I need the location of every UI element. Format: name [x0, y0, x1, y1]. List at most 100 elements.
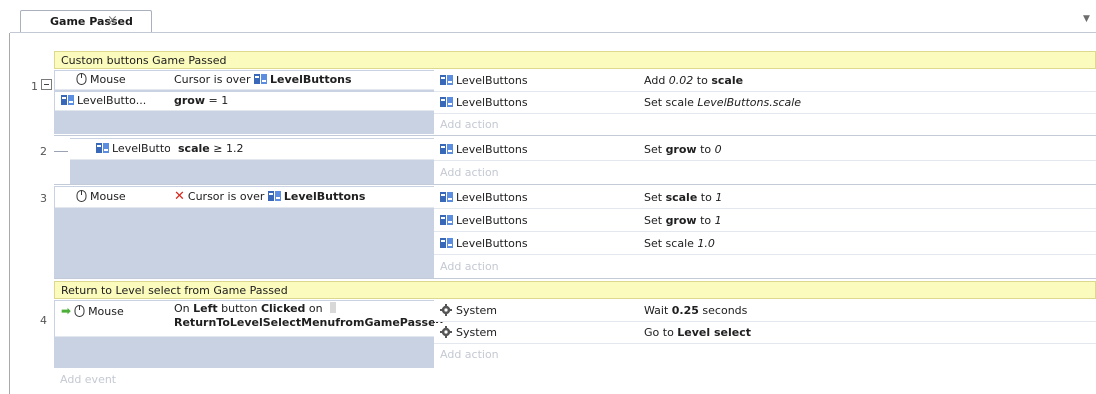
condition-text: Cursor is over	[187, 190, 265, 203]
condition-object-name: Mouse	[90, 190, 126, 203]
action-object-cell[interactable]: System	[434, 323, 632, 344]
invert-x-icon: ✕	[174, 189, 185, 204]
condition-object-cell[interactable]: LevelButto...	[55, 92, 166, 111]
condition-object-cell[interactable]: LevelButto...	[70, 139, 181, 160]
levelbuttons-icon	[61, 95, 74, 105]
action-value: 1.0	[697, 237, 715, 250]
tab-close-icon[interactable]: ×	[107, 13, 118, 28]
action-text: to	[696, 143, 715, 156]
condition-text: button	[217, 302, 261, 315]
action-object-cell[interactable]: LevelButtons	[434, 210, 632, 232]
action-object-cell[interactable]: LevelButtons	[434, 187, 632, 209]
condition-object-name: Mouse	[90, 73, 126, 86]
action-object-cell[interactable]: System	[434, 301, 632, 322]
condition-param: Left	[193, 302, 218, 315]
action-text-cell[interactable]: Set grow to 0	[632, 139, 1096, 161]
condition-param: scale	[178, 142, 210, 155]
action-object-name: LevelButtons	[456, 237, 528, 250]
action-value: LevelButtons.scale	[697, 96, 802, 109]
event-separator	[54, 278, 1096, 279]
action-value: 1	[715, 191, 723, 204]
tree-line	[54, 151, 68, 152]
condition-target: LevelButtons	[283, 190, 366, 203]
action-param: 0.25	[671, 304, 699, 317]
add-action-link[interactable]: Add action	[440, 346, 499, 364]
add-event-link[interactable]: Add event	[60, 371, 116, 389]
tab-bar	[0, 0, 1096, 33]
event-separator	[54, 184, 1096, 185]
action-text-cell[interactable]: Wait 0.25 seconds	[632, 301, 1096, 322]
action-text-cell[interactable]: Go to Level select	[632, 323, 1096, 344]
action-object-name: LevelButtons	[456, 96, 528, 109]
condition-text: on	[305, 302, 323, 315]
add-action-link[interactable]: Add action	[440, 164, 499, 182]
event-group-header[interactable]: Custom buttons Game Passed	[54, 51, 1096, 69]
condition-object-cell[interactable]: ➡ Mouse	[55, 301, 166, 337]
levelbuttons-icon	[253, 74, 267, 84]
condition-text-cell[interactable]: On Left button Clicked on ReturnToLevelS…	[166, 301, 443, 337]
action-text: Set scale	[644, 96, 698, 109]
group-title: Custom buttons Game Passed	[61, 54, 227, 67]
tab-divider	[10, 32, 1096, 33]
mouse-icon	[74, 305, 85, 317]
action-object-name: LevelButtons	[456, 74, 528, 87]
levelbuttons-icon	[96, 143, 109, 153]
collapse-toggle-icon[interactable]	[41, 79, 52, 90]
levelbuttons-icon	[440, 97, 453, 107]
action-text: Set	[644, 191, 666, 204]
levelbuttons-icon	[267, 191, 281, 201]
condition-param: grow	[174, 94, 206, 107]
action-value: 0	[714, 143, 722, 156]
condition-object-name: LevelButto...	[77, 94, 147, 107]
action-text-cell[interactable]: Set grow to 1	[632, 210, 1096, 232]
sprite-icon	[330, 302, 337, 313]
action-param: scale	[711, 74, 744, 87]
action-param: scale	[665, 191, 698, 204]
event-number: 3	[40, 192, 47, 205]
condition-text: On	[174, 302, 194, 315]
trigger-arrow-icon: ➡	[61, 304, 72, 318]
action-param: grow	[665, 143, 697, 156]
event-group-header[interactable]: Return to Level select from Game Passed	[54, 281, 1096, 299]
mouse-icon	[76, 73, 87, 85]
action-text: Set scale	[644, 237, 698, 250]
action-text: Add	[644, 74, 669, 87]
condition-target: ReturnToLevelSelectMenufromGamePassed	[174, 316, 444, 329]
condition-object-cell[interactable]: Mouse	[55, 187, 166, 208]
action-text: Wait	[644, 304, 672, 317]
action-object-name: LevelButtons	[456, 143, 528, 156]
action-object-cell[interactable]: LevelButtons	[434, 71, 632, 92]
action-text: Set	[644, 143, 666, 156]
action-object-name: System	[456, 304, 498, 317]
gear-icon	[440, 304, 452, 316]
action-text-cell[interactable]: Add 0.02 to scale	[632, 71, 1096, 92]
action-text-cell[interactable]: Set scale to 1	[632, 187, 1096, 209]
tab-dropdown-icon[interactable]: ▼	[1083, 14, 1090, 24]
condition-object-cell[interactable]: Mouse	[55, 71, 166, 90]
levelbuttons-icon	[440, 192, 453, 202]
condition-text-cell[interactable]: grow = 1	[166, 92, 434, 111]
action-object-cell[interactable]: LevelButtons	[434, 93, 632, 114]
gear-icon	[440, 326, 452, 338]
condition-text-cell[interactable]: ✕ Cursor is over LevelButtons	[166, 187, 434, 208]
action-object-name: LevelButtons	[456, 214, 528, 227]
tab-label: Game Passed	[50, 15, 133, 28]
action-text-cell[interactable]: Set scale LevelButtons.scale	[632, 93, 1096, 114]
add-action-link[interactable]: Add action	[440, 116, 499, 134]
add-action-link[interactable]: Add action	[440, 258, 499, 276]
condition-param: Clicked	[260, 302, 306, 315]
levelbuttons-icon	[440, 144, 453, 154]
action-object-cell[interactable]: LevelButtons	[434, 233, 632, 255]
action-object-cell[interactable]: LevelButtons	[434, 139, 632, 161]
action-object-name: System	[456, 326, 498, 339]
condition-object-name: Mouse	[88, 305, 124, 318]
action-text: Set	[644, 214, 666, 227]
action-value: 1	[714, 214, 722, 227]
condition-text-cell[interactable]: scale ≥ 1.2	[170, 139, 434, 160]
condition-target: LevelButtons	[269, 73, 352, 86]
action-text-cell[interactable]: Set scale 1.0	[632, 233, 1096, 255]
condition-text-cell[interactable]: Cursor is over LevelButtons	[166, 71, 434, 90]
condition-text: Cursor is over	[174, 73, 251, 86]
levelbuttons-icon	[440, 238, 453, 248]
event-number: 1	[31, 80, 38, 93]
